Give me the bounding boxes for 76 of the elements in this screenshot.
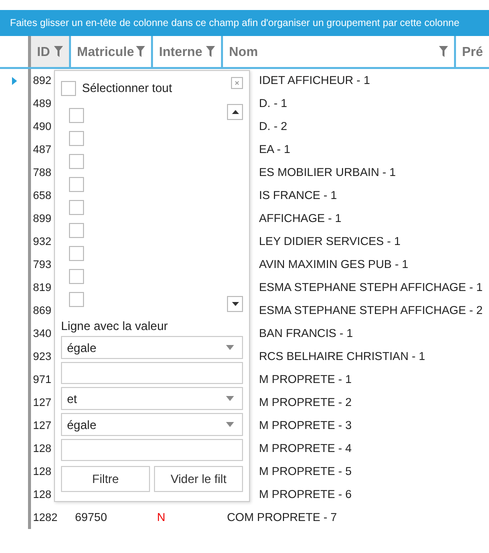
table-cell-text: 923 — [32, 350, 52, 362]
table-cell-text: ESMA STEPHANE STEPH AFFICHAGE - 2 — [258, 304, 484, 316]
table-cell-text: LEY DIDIER SERVICES - 1 — [258, 236, 402, 248]
checkbox[interactable] — [69, 108, 84, 123]
table-cell-text: 892 — [32, 74, 52, 86]
checkbox[interactable] — [69, 154, 84, 169]
table-cell-text: N — [156, 512, 166, 524]
table-cell-text: 128 — [32, 466, 52, 478]
filter-icon[interactable] — [206, 46, 215, 57]
caret-icon — [226, 345, 234, 350]
table-cell-text: BAN FRANCIS - 1 — [258, 328, 354, 340]
table-cell-text: 1282 — [32, 512, 58, 524]
checkbox[interactable] — [69, 246, 84, 261]
table-cell-text: AFFICHAGE - 1 — [258, 212, 342, 224]
caret-icon — [232, 110, 238, 114]
table-cell-text: 793 — [32, 258, 52, 270]
checkbox[interactable] — [69, 200, 84, 215]
table-cell-text: M PROPRETE - 4 — [258, 442, 353, 454]
checkbox-label[interactable]: Sélectionner tout — [82, 81, 172, 95]
operator-dropdown[interactable]: et — [61, 387, 243, 410]
operator-dropdown[interactable]: égale — [61, 413, 243, 436]
filter-button[interactable]: Filtre — [61, 466, 150, 492]
column-header[interactable]: Interne — [153, 36, 223, 67]
checkbox[interactable] — [69, 177, 84, 192]
table-cell-text: 489 — [32, 98, 52, 110]
filter-button[interactable]: Vider le filt — [154, 466, 243, 492]
column-header[interactable]: Pré — [456, 36, 489, 67]
condition-label: Ligne avec la valeur — [61, 319, 169, 333]
table-cell-text: EA - 1 — [258, 144, 292, 156]
table-cell-text: 490 — [32, 120, 52, 132]
table-cell-text: M PROPRETE - 3 — [258, 420, 353, 432]
checkbox[interactable] — [69, 131, 84, 146]
table-cell-text: 819 — [32, 282, 52, 294]
table-cell-text: 487 — [32, 144, 52, 156]
table-cell-text: 869 — [32, 304, 52, 316]
table-cell-text: D. - 2 — [258, 120, 288, 132]
filter-icon[interactable] — [136, 46, 145, 57]
column-header[interactable]: Nom — [223, 36, 456, 67]
table-cell-text: IS FRANCE - 1 — [258, 190, 338, 202]
caret-icon — [232, 302, 238, 306]
table-cell-text: 69750 — [74, 512, 108, 524]
table-cell-text: M PROPRETE - 5 — [258, 466, 353, 478]
value-field[interactable] — [61, 439, 243, 461]
table-cell-text: ESMA STEPHANE STEPH AFFICHAGE - 1 — [258, 282, 484, 294]
scroll-down-button[interactable] — [227, 296, 243, 312]
table-cell-text: 128 — [32, 488, 52, 500]
table-cell-text: 340 — [32, 328, 52, 340]
table-cell-text: 128 — [32, 442, 52, 454]
scroll-up-button[interactable] — [227, 104, 243, 120]
checkbox[interactable] — [69, 269, 84, 284]
table-cell-text: 658 — [32, 190, 52, 202]
table-cell-text: 899 — [32, 212, 52, 224]
table-cell-text: IDET AFFICHEUR - 1 — [258, 74, 371, 86]
caret-icon — [226, 396, 234, 401]
table-cell-text: D. - 1 — [258, 98, 288, 110]
table-cell-text: 971 — [32, 374, 52, 386]
table-cell-text: 788 — [32, 166, 52, 178]
table-cell-text: M PROPRETE - 2 — [258, 396, 353, 408]
table-cell-text: AVIN MAXIMIN GES PUB - 1 — [258, 258, 410, 270]
table-cell-text: ES MOBILIER URBAIN - 1 — [258, 166, 397, 178]
caret-icon — [226, 422, 234, 427]
filter-icon[interactable] — [439, 46, 448, 57]
close-icon[interactable] — [231, 77, 243, 89]
table-cell-text: COM PROPRETE - 7 — [226, 512, 338, 524]
table-cell-text: M PROPRETE - 1 — [258, 374, 353, 386]
column-header[interactable]: Matricule — [71, 36, 153, 67]
table-cell-text: RCS BELHAIRE CHRISTIAN - 1 — [258, 350, 426, 362]
checkbox[interactable] — [61, 80, 76, 96]
checkbox[interactable] — [69, 223, 84, 238]
filter-icon[interactable] — [54, 46, 63, 57]
checkbox[interactable] — [69, 292, 84, 307]
table-cell-text: 932 — [32, 236, 52, 248]
operator-dropdown[interactable]: égale — [61, 336, 243, 359]
column-header[interactable]: ID — [31, 36, 71, 67]
table-cell-text: M PROPRETE - 6 — [258, 488, 353, 500]
value-field[interactable] — [61, 362, 243, 384]
